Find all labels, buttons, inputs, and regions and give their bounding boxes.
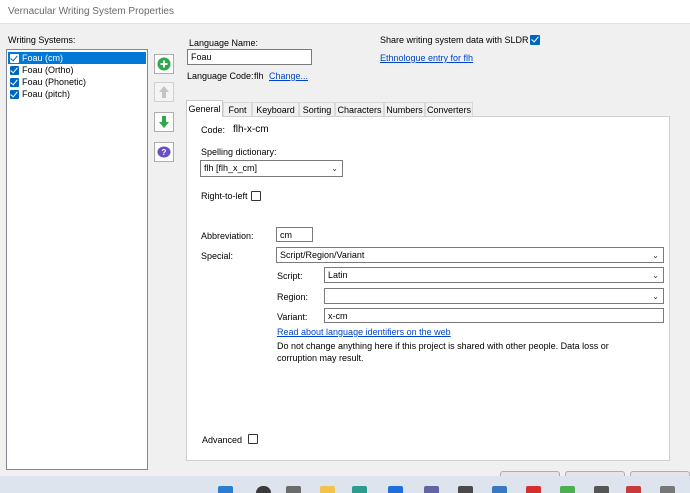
folder-icon[interactable] [320,486,335,493]
tab-numbers[interactable]: Numbers [384,102,425,116]
checkbox-checked-icon[interactable] [10,77,19,87]
help-button[interactable]: ? [154,142,174,162]
checkbox-checked-icon[interactable] [10,53,19,63]
pdf-icon[interactable] [526,486,541,493]
abbreviation-label: Abbreviation: [201,231,254,241]
app-icon[interactable] [594,486,609,493]
move-down-icon [159,116,169,128]
add-icon [157,57,171,71]
tab-characters[interactable]: Characters [335,102,384,116]
word-icon[interactable] [492,486,507,493]
window-title: Vernacular Writing System Properties [8,6,174,17]
app-icon[interactable] [560,486,575,493]
taskbar [0,476,690,493]
region-label: Region: [277,292,309,302]
writing-system-label: Foau (pitch) [22,89,71,99]
start-icon[interactable] [218,486,233,493]
chevron-down-icon: ⌄ [652,292,659,301]
move-down-button[interactable] [154,112,174,132]
spelling-dictionary-dropdown[interactable]: flh [flh_x_cm] ⌄ [200,160,343,177]
language-identifiers-link[interactable]: Read about language identifiers on the w… [277,327,451,337]
app-icon[interactable] [458,486,473,493]
advanced-checkbox[interactable] [248,434,258,444]
app-icon[interactable] [626,486,641,493]
chevron-down-icon: ⌄ [331,164,338,173]
writing-system-item[interactable]: Foau (cm) [8,52,146,64]
writing-system-item[interactable]: Foau (pitch) [8,88,146,100]
tab-converters[interactable]: Converters [425,102,473,116]
writing-system-label: Foau (Ortho) [22,65,74,75]
add-writing-system-button[interactable] [154,54,174,74]
sldr-checkbox[interactable] [530,35,540,45]
writing-system-label: Foau (Phonetic) [22,77,87,87]
writing-system-item[interactable]: Foau (Phonetic) [8,76,146,88]
writing-system-label: Foau (cm) [22,53,64,63]
abbreviation-field[interactable]: cm [276,227,313,242]
special-dropdown[interactable]: Script/Region/Variant ⌄ [276,247,664,263]
spelling-dictionary-value: flh [flh_x_cm] [204,163,258,173]
warning-text: Do not change anything here if this proj… [277,341,609,363]
change-language-link[interactable]: Change... [269,71,308,81]
advanced-label: Advanced [202,435,243,445]
checkbox-checked-icon[interactable] [10,65,19,75]
spelling-dictionary-label: Spelling dictionary: [201,147,277,157]
language-name-label: Language Name: [189,38,259,48]
special-value: Script/Region/Variant [280,250,365,260]
code-value: flh-x-cm [233,124,269,135]
outlook-icon[interactable] [388,486,403,493]
rtl-checkbox[interactable] [251,191,261,201]
special-label: Special: [201,251,234,261]
region-dropdown[interactable]: ⌄ [324,288,664,304]
search-icon[interactable] [256,486,271,493]
writing-systems-label: Writing Systems: [8,35,76,45]
edge-icon[interactable] [352,486,367,493]
script-dropdown[interactable]: Latin ⌄ [324,267,664,283]
help-icon: ? [157,146,171,158]
language-name-field[interactable]: Foau [187,49,312,65]
sldr-label: Share writing system data with SLDR [380,35,529,45]
script-value: Latin [328,270,348,280]
app-icon[interactable] [660,486,675,493]
task-view-icon[interactable] [286,486,301,493]
checkbox-checked-icon[interactable] [10,89,19,99]
tab-keyboard[interactable]: Keyboard [252,102,299,116]
variant-label: Variant: [277,312,308,322]
language-code-value: flh [254,71,264,81]
chevron-down-icon: ⌄ [652,251,659,260]
rtl-label: Right-to-left [201,191,248,201]
tab-font[interactable]: Font [223,102,252,116]
ethnologue-link[interactable]: Ethnologue entry for flh [380,53,473,63]
title-bar: Vernacular Writing System Properties [0,0,690,24]
variant-field[interactable]: x-cm [324,308,664,323]
code-label: Code: [201,125,226,135]
move-up-button[interactable] [154,82,174,102]
language-code-label: Language Code: [187,71,254,81]
chevron-down-icon: ⌄ [652,271,659,280]
writing-systems-list[interactable]: Foau (cm) Foau (Ortho) Foau (Phonetic) F… [6,49,148,470]
writing-system-item[interactable]: Foau (Ortho) [8,64,146,76]
svg-text:?: ? [162,148,167,157]
tab-sorting[interactable]: Sorting [299,102,335,116]
move-up-icon [159,86,169,98]
tab-general[interactable]: General [186,100,223,117]
script-label: Script: [277,271,303,281]
teams-icon[interactable] [424,486,439,493]
